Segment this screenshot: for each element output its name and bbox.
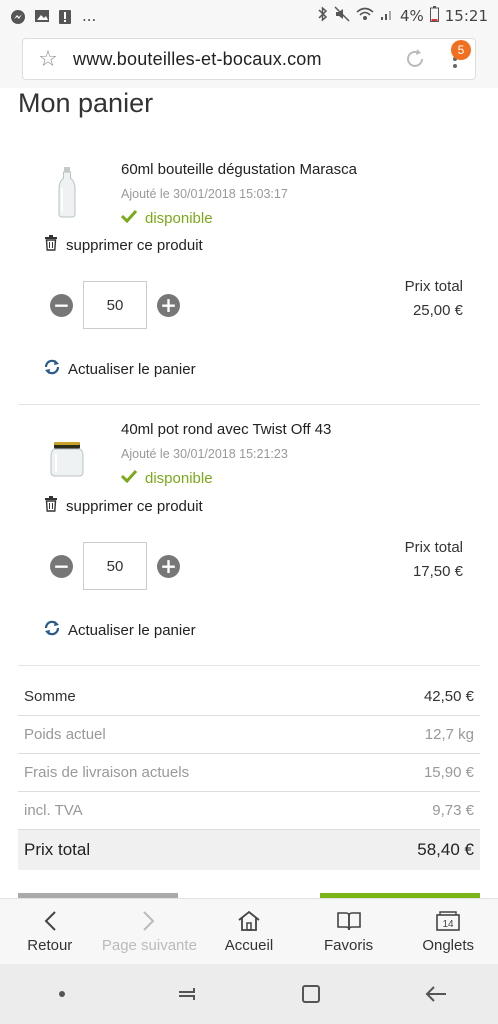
reload-icon[interactable]	[395, 48, 435, 70]
clock: 15:21	[444, 7, 488, 25]
quantity-input[interactable]: 50	[83, 281, 147, 329]
item-total-label: Prix total	[404, 539, 463, 556]
browser-menu-button[interactable]: 5	[435, 40, 475, 70]
product-name[interactable]: 60ml bouteille dégustation Marasca	[121, 161, 357, 178]
browser-bottom-nav: Retour Page suivante Accueil Favoris 14 …	[0, 898, 498, 964]
product-image-bottle[interactable]	[48, 166, 86, 218]
book-icon	[336, 909, 362, 933]
chevron-right-icon	[142, 909, 156, 933]
shipping-value: 15,90 €	[423, 764, 474, 781]
signal-icon	[380, 7, 394, 25]
sum-label: Somme	[24, 688, 76, 705]
tabs-button[interactable]: 14 Onglets	[398, 899, 498, 964]
decrease-quantity-button[interactable]: −	[50, 293, 73, 317]
weight-value: 12,7 kg	[424, 726, 474, 743]
summary-row-weight: Poids actuel 12,7 kg	[18, 716, 480, 754]
back-system-button[interactable]	[374, 984, 498, 1004]
summary-row-shipping: Frais de livraison actuels 15,90 €	[18, 754, 480, 792]
forward-label: Page suivante	[101, 937, 197, 954]
dot-indicator-icon	[0, 990, 125, 998]
added-date: Ajouté le 30/01/2018 15:03:17	[121, 187, 288, 201]
wifi-icon	[356, 7, 374, 25]
chevron-left-icon	[43, 909, 57, 933]
refresh-icon	[44, 620, 60, 640]
home-icon	[237, 909, 261, 933]
cart-summary: Somme 42,50 € Poids actuel 12,7 kg Frais…	[18, 678, 480, 870]
divider	[18, 404, 480, 405]
quantity-stepper: − 50 +	[50, 542, 180, 590]
grand-total-label: Prix total	[24, 840, 91, 859]
weight-label: Poids actuel	[24, 726, 106, 743]
refresh-icon	[44, 359, 60, 379]
availability-status: disponible	[120, 209, 213, 227]
shipping-label: Frais de livraison actuels	[24, 764, 190, 781]
url-text[interactable]: www.bouteilles-et-bocaux.com	[73, 49, 395, 70]
sum-value: 42,50 €	[423, 688, 474, 705]
address-bar[interactable]: ☆ www.bouteilles-et-bocaux.com 5	[22, 38, 476, 80]
home-button[interactable]: Accueil	[199, 899, 299, 964]
refresh-cart-button[interactable]: Actualiser le panier	[44, 620, 196, 640]
decrease-quantity-button[interactable]: −	[50, 554, 73, 578]
home-system-button[interactable]	[249, 983, 374, 1005]
check-icon	[120, 209, 138, 227]
image-icon	[34, 9, 50, 23]
product-image-jar[interactable]	[48, 434, 86, 486]
status-bar: ... 4% 15:21	[0, 0, 498, 32]
remove-product-button[interactable]: supprimer ce produit	[44, 496, 203, 516]
forward-button[interactable]: Page suivante	[100, 899, 200, 964]
item-total-value: 25,00 €	[412, 302, 463, 319]
bluetooth-icon	[318, 6, 328, 26]
page-title: Mon panier	[18, 88, 154, 118]
more-notifications: ...	[82, 7, 97, 25]
tabs-label: Onglets	[422, 937, 475, 954]
trash-icon	[44, 235, 58, 255]
battery-icon	[429, 6, 439, 26]
bookmarks-button[interactable]: Favoris	[299, 899, 399, 964]
remove-label: supprimer ce produit	[66, 236, 203, 254]
product-name[interactable]: 40ml pot rond avec Twist Off 43	[121, 421, 331, 438]
battery-percent: 4%	[399, 7, 424, 25]
system-nav-bar	[0, 964, 498, 1024]
mute-icon	[334, 6, 350, 26]
alert-icon	[58, 9, 74, 24]
check-icon	[120, 469, 138, 487]
increase-quantity-button[interactable]: +	[157, 554, 180, 578]
home-label: Accueil	[224, 937, 274, 954]
vat-label: incl. TVA	[24, 802, 83, 819]
quantity-input[interactable]: 50	[83, 542, 147, 590]
notification-badge: 5	[451, 40, 471, 60]
quantity-stepper: − 50 +	[50, 281, 180, 329]
increase-quantity-button[interactable]: +	[157, 293, 180, 317]
availability-label: disponible	[145, 469, 213, 487]
messenger-icon	[10, 9, 26, 24]
summary-row-grand-total: Prix total 58,40 €	[18, 830, 480, 870]
bookmarks-label: Favoris	[323, 937, 374, 954]
trash-icon	[44, 496, 58, 516]
added-date: Ajouté le 30/01/2018 15:21:23	[121, 447, 288, 461]
availability-label: disponible	[145, 209, 213, 227]
refresh-cart-button[interactable]: Actualiser le panier	[44, 359, 196, 379]
item-total-label: Prix total	[404, 278, 463, 295]
availability-status: disponible	[120, 469, 213, 487]
vat-value: 9,73 €	[432, 802, 474, 819]
summary-row-sum: Somme 42,50 €	[18, 678, 480, 716]
summary-row-vat: incl. TVA 9,73 €	[18, 792, 480, 830]
remove-label: supprimer ce produit	[66, 497, 203, 515]
refresh-label: Actualiser le panier	[68, 360, 196, 378]
tabs-count: 14	[443, 919, 455, 930]
bookmark-star-icon[interactable]: ☆	[23, 47, 73, 72]
back-button[interactable]: Retour	[0, 899, 100, 964]
back-label: Retour	[27, 937, 73, 954]
grand-total-value: 58,40 €	[417, 840, 474, 859]
tabs-icon: 14	[435, 909, 461, 933]
recent-apps-button[interactable]	[125, 984, 250, 1004]
item-total-value: 17,50 €	[412, 563, 463, 580]
remove-product-button[interactable]: supprimer ce produit	[44, 235, 203, 255]
browser-toolbar: ☆ www.bouteilles-et-bocaux.com 5	[0, 32, 498, 88]
divider	[18, 665, 480, 666]
refresh-label: Actualiser le panier	[68, 621, 196, 639]
